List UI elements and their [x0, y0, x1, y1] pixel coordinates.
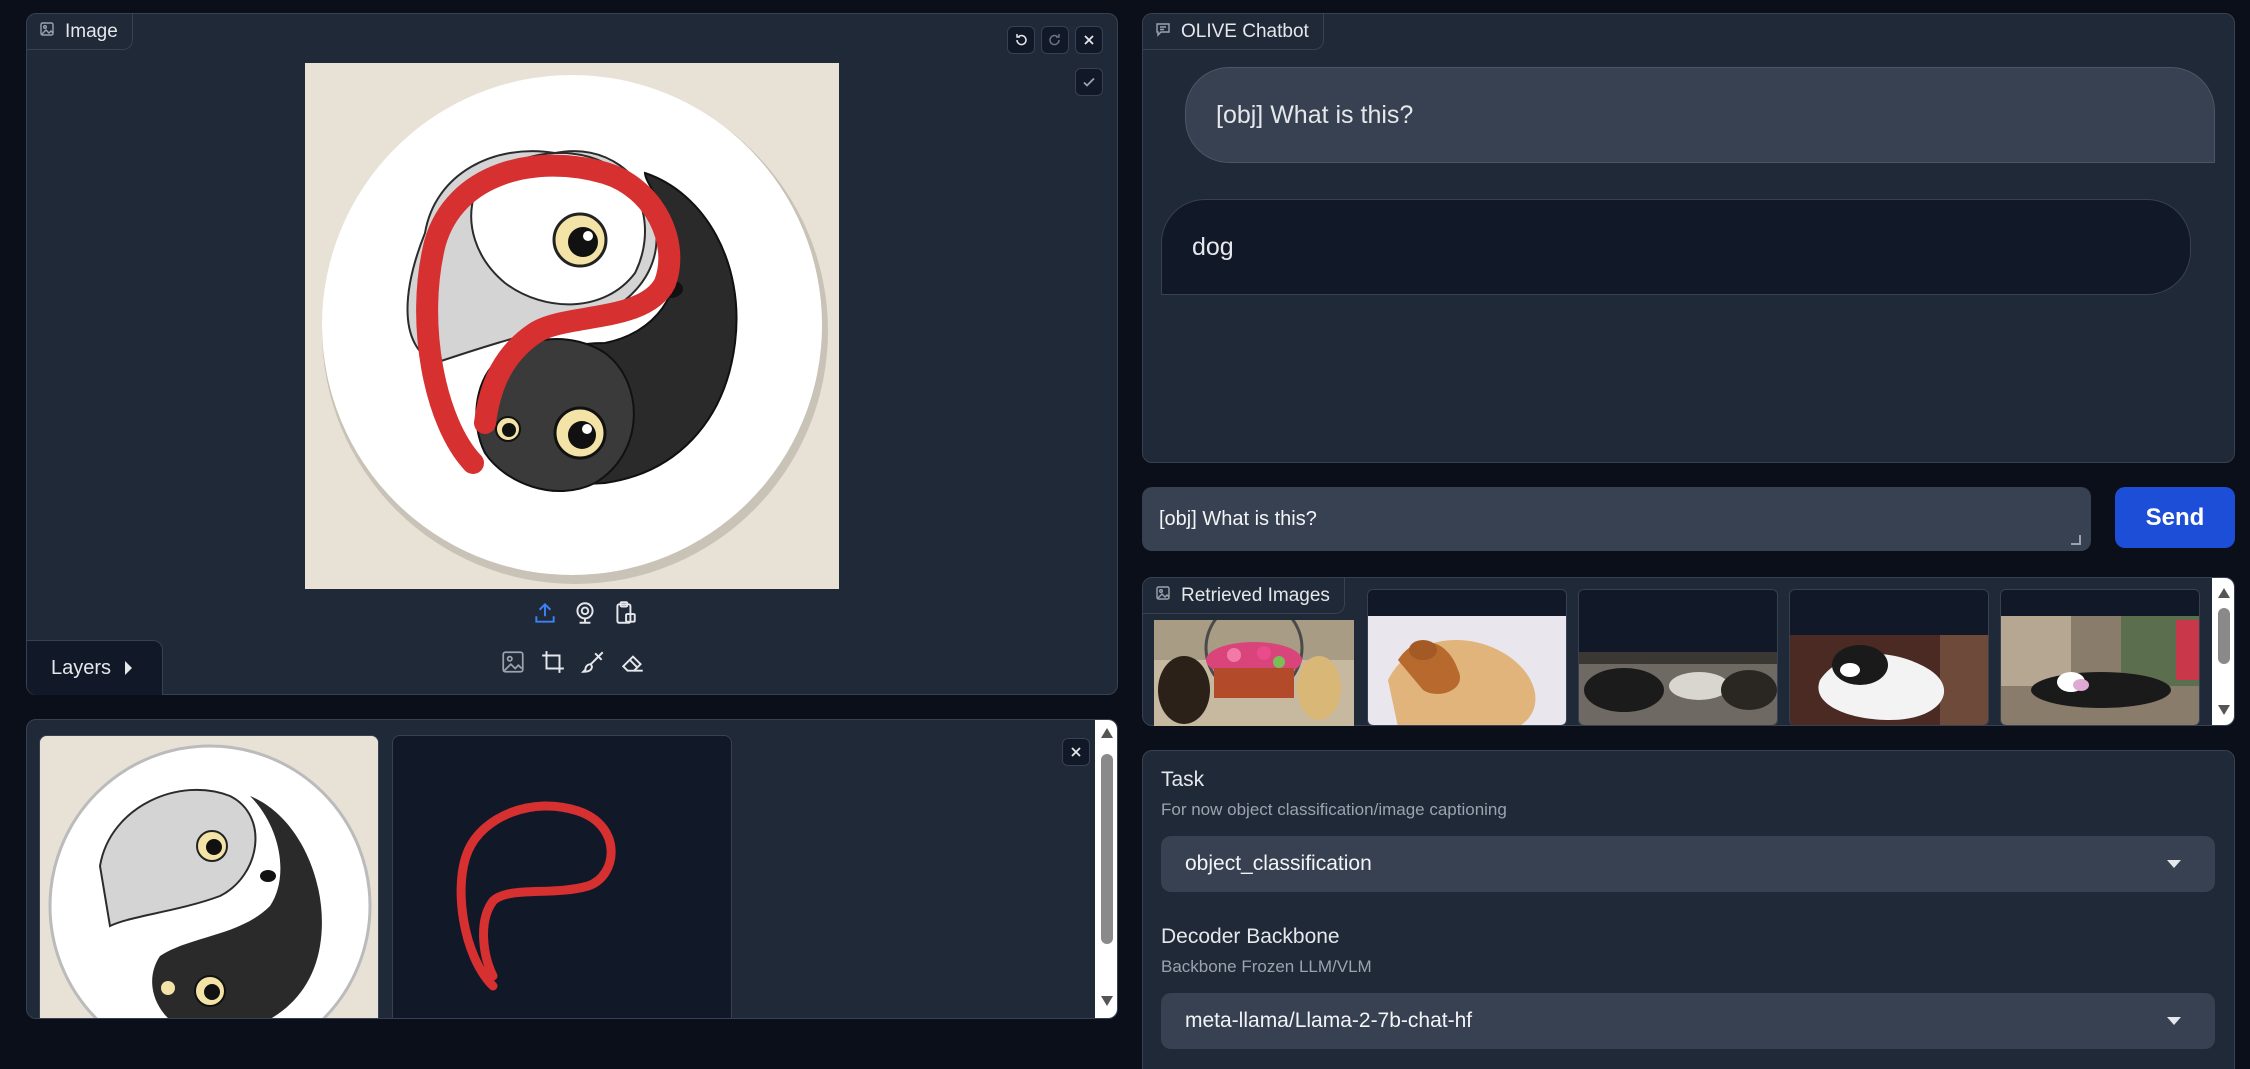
bot-message: dog: [1161, 199, 2191, 295]
image-editor-label: Image: [27, 14, 133, 50]
retrieved-images-label: Retrieved Images: [1143, 578, 1345, 614]
layers-button[interactable]: Layers: [27, 640, 163, 695]
send-button[interactable]: Send: [2115, 487, 2235, 548]
gallery-scroll-thumb[interactable]: [1101, 754, 1113, 944]
task-dropdown[interactable]: object_classification: [1161, 836, 2215, 892]
chevron-down-icon: [2167, 1017, 2181, 1025]
close-icon: [1084, 35, 1094, 45]
composite-image: [40, 736, 378, 1018]
chatbot-label: OLIVE Chatbot: [1143, 14, 1324, 50]
scroll-up-arrow[interactable]: [1101, 728, 1113, 738]
crop-tool-button[interactable]: [537, 646, 569, 678]
crop-icon: [542, 651, 564, 673]
bot-message-text: dog: [1192, 232, 1234, 261]
clear-button[interactable]: [1075, 26, 1103, 54]
dogs-with-flowers-photo: [1154, 620, 1354, 726]
brush-tool-button[interactable]: [577, 646, 609, 678]
layers-gallery-panel: [26, 719, 1118, 1019]
cats-on-floor-photo: [1579, 590, 1777, 725]
gallery-scrollbar[interactable]: [1095, 720, 1117, 1018]
retrieved-image-1[interactable]: [1154, 620, 1354, 726]
clipboard-source-button[interactable]: [609, 597, 641, 629]
layer-thumbnail-composite[interactable]: [39, 735, 379, 1018]
scroll-down-arrow[interactable]: [1101, 996, 1113, 1006]
task-info: For now object classification/image capt…: [1161, 800, 1507, 819]
layers-label: Layers: [51, 656, 112, 679]
brush-icon: [580, 651, 604, 673]
decoder-title: Decoder Backbone: [1161, 925, 1340, 948]
caret-right-icon: [125, 661, 133, 675]
retrieved-image-4[interactable]: [1789, 589, 1989, 726]
layer-thumbnail-mask[interactable]: [392, 735, 732, 1018]
image-editor-panel: Image Layers: [26, 13, 1118, 695]
upload-source-button[interactable]: [529, 597, 561, 629]
undo-icon: [1016, 34, 1027, 46]
chat-icon: [1155, 21, 1171, 43]
webcam-source-button[interactable]: [569, 597, 601, 629]
retrieved-image-2[interactable]: [1367, 589, 1567, 726]
send-button-label: Send: [2145, 503, 2205, 531]
image-tool-button[interactable]: [497, 646, 529, 678]
eraser-tool-button[interactable]: [617, 646, 649, 678]
retrieved-images-title: Retrieved Images: [1181, 584, 1330, 606]
retrieved-image-3[interactable]: [1578, 589, 1778, 726]
gallery-close-button[interactable]: [1062, 738, 1090, 766]
close-icon: [1071, 747, 1081, 757]
decoder-dropdown[interactable]: meta-llama/Llama-2-7b-chat-hf: [1161, 993, 2215, 1049]
message-input-value: [obj] What is this?: [1159, 507, 1317, 530]
redo-button[interactable]: [1041, 26, 1069, 54]
apply-button[interactable]: [1075, 68, 1103, 96]
upload-icon: [535, 602, 555, 623]
task-title: Task: [1161, 768, 1205, 791]
decoder-info: Backbone Frozen LLM/VLM: [1161, 957, 1372, 976]
undo-button[interactable]: [1007, 26, 1035, 54]
webcam-icon: [576, 602, 594, 624]
message-input[interactable]: [obj] What is this?: [1142, 487, 2091, 551]
eraser-icon: [621, 655, 643, 672]
redo-icon: [1049, 34, 1060, 46]
dog-on-couch-photo: [1368, 590, 1566, 725]
task-dropdown-value: object_classification: [1185, 852, 1372, 875]
retrieved-image-5[interactable]: [2000, 589, 2200, 726]
chatbot-title: OLIVE Chatbot: [1181, 20, 1309, 42]
retrieved-scrollbar[interactable]: [2212, 578, 2234, 725]
image-icon: [502, 651, 524, 673]
image-editor-title: Image: [65, 20, 118, 42]
editor-canvas[interactable]: [305, 63, 839, 589]
retrieved-scroll-thumb[interactable]: [2218, 608, 2230, 664]
check-icon: [1083, 77, 1095, 87]
user-message: [obj] What is this?: [1185, 67, 2215, 163]
scroll-down-arrow[interactable]: [2218, 705, 2230, 715]
chevron-down-icon: [2167, 860, 2181, 868]
mask-image: [456, 801, 616, 991]
image-icon: [39, 21, 55, 43]
user-message-text: [obj] What is this?: [1216, 100, 1414, 129]
image-icon: [1155, 585, 1171, 607]
decoder-dropdown-value: meta-llama/Llama-2-7b-chat-hf: [1185, 1009, 1473, 1032]
black-cat-on-carpet-photo: [2001, 590, 2199, 725]
resize-handle-icon[interactable]: [2071, 535, 2081, 545]
scroll-up-arrow[interactable]: [2218, 588, 2230, 598]
clipboard-icon: [616, 601, 636, 624]
dog-on-bed-photo: [1790, 590, 1988, 725]
